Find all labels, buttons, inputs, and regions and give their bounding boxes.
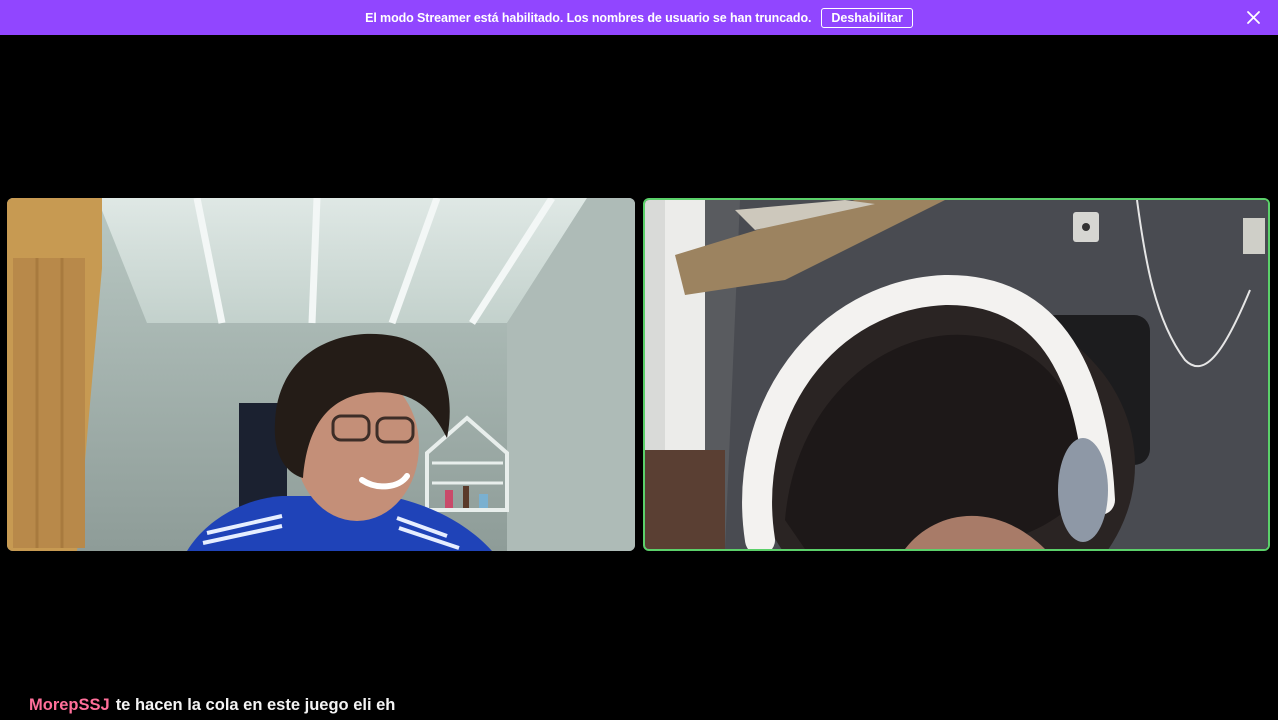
video-tile-participant-1[interactable] [7,198,635,551]
video-tile-participant-2[interactable] [643,198,1270,551]
webcam-feed-participant-1 [7,198,635,551]
chat-overlay-message: MorepSSJ te hacen la cola en este juego e… [29,696,395,715]
close-icon[interactable] [1245,9,1262,26]
streamer-mode-message: El modo Streamer está habilitado. Los no… [365,10,812,25]
chat-message-text: te hacen la cola en este juego eli eh [115,696,396,714]
streamer-mode-banner: El modo Streamer está habilitado. Los no… [0,0,1278,35]
disable-streamer-mode-button[interactable]: Deshabilitar [821,7,913,28]
webcam-feed-participant-2 [645,200,1268,549]
chat-username: MorepSSJ [29,696,110,714]
